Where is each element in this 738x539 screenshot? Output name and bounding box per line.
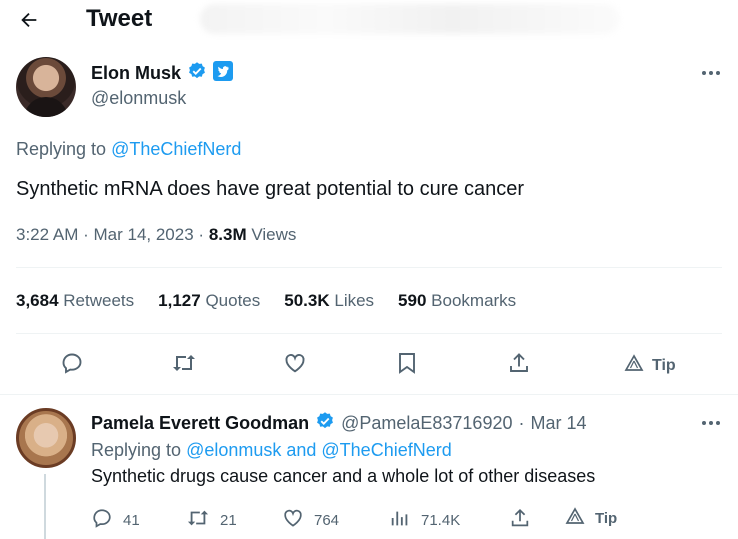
meta-separator: · bbox=[83, 225, 94, 244]
retweet-count: 21 bbox=[220, 511, 237, 529]
replying-prefix: Replying to bbox=[16, 139, 112, 159]
tip-button[interactable]: Tip bbox=[624, 354, 676, 377]
views-count: 71.4K bbox=[421, 511, 461, 529]
reply-replying-to-link[interactable]: @elonmusk and @TheChiefNerd bbox=[186, 440, 452, 460]
tweet-stats: 3,684 Retweets 1,127 Quotes 50.3K Likes … bbox=[16, 291, 516, 311]
replying-to: Replying to @TheChiefNerd bbox=[16, 139, 241, 160]
back-arrow-icon[interactable] bbox=[16, 7, 42, 33]
tip-icon bbox=[624, 354, 644, 377]
likes-label: Likes bbox=[334, 291, 375, 310]
like-icon[interactable] bbox=[280, 348, 310, 378]
twitter-logo-badge-icon bbox=[213, 61, 234, 86]
quotes-count: 1,127 bbox=[158, 291, 201, 310]
tweet-date[interactable]: Mar 14, 2023 bbox=[94, 225, 194, 244]
bookmark-icon[interactable] bbox=[392, 348, 422, 378]
meta-separator: · bbox=[198, 225, 209, 244]
divider bbox=[16, 267, 722, 268]
reply-reply-button[interactable]: 41 bbox=[91, 507, 140, 533]
retweets-label: Retweets bbox=[63, 291, 135, 310]
divider bbox=[16, 333, 722, 334]
tweet-text: Synthetic mRNA does have great potential… bbox=[16, 178, 525, 200]
reply-replying-to: Replying to @elonmusk and @TheChiefNerd bbox=[91, 440, 452, 461]
share-icon[interactable] bbox=[504, 348, 534, 378]
top-bar: Tweet bbox=[0, 0, 738, 40]
divider bbox=[0, 394, 738, 395]
like-count: 764 bbox=[314, 511, 340, 529]
verified-badge-icon bbox=[315, 411, 335, 436]
retweet-icon[interactable] bbox=[169, 348, 199, 378]
likes-stat[interactable]: 50.3K Likes bbox=[284, 291, 374, 311]
avatar[interactable] bbox=[16, 57, 76, 117]
reply-avatar[interactable] bbox=[16, 408, 76, 468]
bookmarks-stat[interactable]: 590 Bookmarks bbox=[398, 291, 516, 311]
like-icon bbox=[282, 507, 304, 533]
share-icon bbox=[509, 507, 531, 533]
author-handle[interactable]: @elonmusk bbox=[91, 88, 186, 109]
reply-like-button[interactable]: 764 bbox=[282, 507, 339, 533]
tip-icon bbox=[565, 507, 585, 529]
tweet-time[interactable]: 3:22 AM bbox=[16, 225, 78, 244]
reply-author-name[interactable]: Pamela Everett Goodman bbox=[91, 413, 309, 434]
quotes-stat[interactable]: 1,127 Quotes bbox=[158, 291, 260, 311]
replying-to-link[interactable]: @TheChiefNerd bbox=[111, 139, 241, 159]
reply-separator: · bbox=[518, 413, 525, 433]
tip-label: Tip bbox=[652, 356, 676, 374]
retweet-icon bbox=[186, 507, 210, 533]
tip-label: Tip bbox=[595, 509, 618, 527]
reply-author-row: Pamela Everett Goodman @PamelaE83716920 … bbox=[91, 411, 587, 436]
reply-text: Synthetic drugs cause cancer and a whole… bbox=[91, 466, 596, 486]
reply-retweet-button[interactable]: 21 bbox=[186, 507, 237, 533]
views-icon bbox=[389, 507, 411, 533]
reply-share-button[interactable] bbox=[509, 507, 531, 533]
more-options-icon[interactable] bbox=[698, 66, 724, 80]
reply-views-button[interactable]: 71.4K bbox=[389, 507, 460, 533]
verified-badge-icon bbox=[187, 61, 207, 86]
views-count: 8.3M bbox=[208, 225, 247, 244]
tweet-meta: 3:22 AM · Mar 14, 2023 · 8.3M Views bbox=[16, 225, 296, 245]
retweets-count: 3,684 bbox=[16, 291, 59, 310]
reply-author-handle[interactable]: @PamelaE83716920 bbox=[341, 413, 512, 434]
likes-count: 50.3K bbox=[284, 291, 330, 310]
author-name[interactable]: Elon Musk bbox=[91, 63, 181, 84]
reply-count: 41 bbox=[123, 511, 140, 529]
reply-icon bbox=[91, 507, 113, 533]
reply-date[interactable]: Mar 14 bbox=[530, 413, 586, 434]
thread-line bbox=[44, 474, 46, 539]
bookmarks-label: Bookmarks bbox=[431, 291, 517, 310]
retweets-stat[interactable]: 3,684 Retweets bbox=[16, 291, 134, 311]
header-blurred-area bbox=[200, 4, 620, 34]
author-name-row: Elon Musk bbox=[91, 61, 234, 86]
quotes-label: Quotes bbox=[205, 291, 261, 310]
page-title: Tweet bbox=[86, 5, 153, 32]
reply-icon[interactable] bbox=[57, 348, 87, 378]
bookmarks-count: 590 bbox=[398, 291, 427, 310]
reply-replying-prefix: Replying to bbox=[91, 440, 187, 460]
views-label: Views bbox=[251, 225, 297, 244]
reply-tip-button[interactable]: Tip bbox=[565, 507, 617, 529]
reply-more-options-icon[interactable] bbox=[698, 416, 724, 430]
